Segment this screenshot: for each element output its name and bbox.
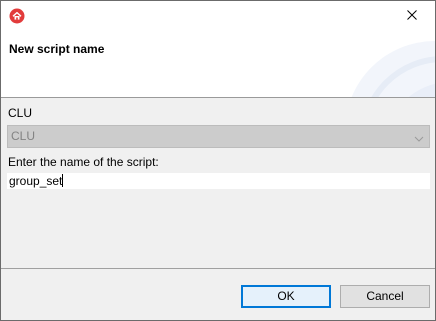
script-name-input[interactable]: group_set <box>7 173 430 189</box>
close-button[interactable] <box>389 1 435 31</box>
dialog-title: New script name <box>9 42 105 56</box>
close-icon <box>407 9 417 23</box>
clu-label: CLU <box>8 106 33 120</box>
header-banner: New script name <box>1 31 435 98</box>
clu-select[interactable]: CLU <box>7 125 430 148</box>
clu-select-value: CLU <box>11 129 36 143</box>
script-name-value: group_set <box>9 174 63 188</box>
text-caret <box>62 174 64 187</box>
cancel-button[interactable]: Cancel <box>340 285 430 308</box>
ok-button[interactable]: OK <box>241 285 331 308</box>
title-bar <box>1 1 435 31</box>
new-script-dialog: New script name CLU CLU Enter the name o… <box>0 0 436 321</box>
chevron-down-icon <box>413 131 425 143</box>
home-icon <box>9 8 25 24</box>
script-name-label: Enter the name of the script: <box>8 155 159 169</box>
banner-decoration <box>351 41 435 97</box>
button-divider <box>1 268 435 269</box>
